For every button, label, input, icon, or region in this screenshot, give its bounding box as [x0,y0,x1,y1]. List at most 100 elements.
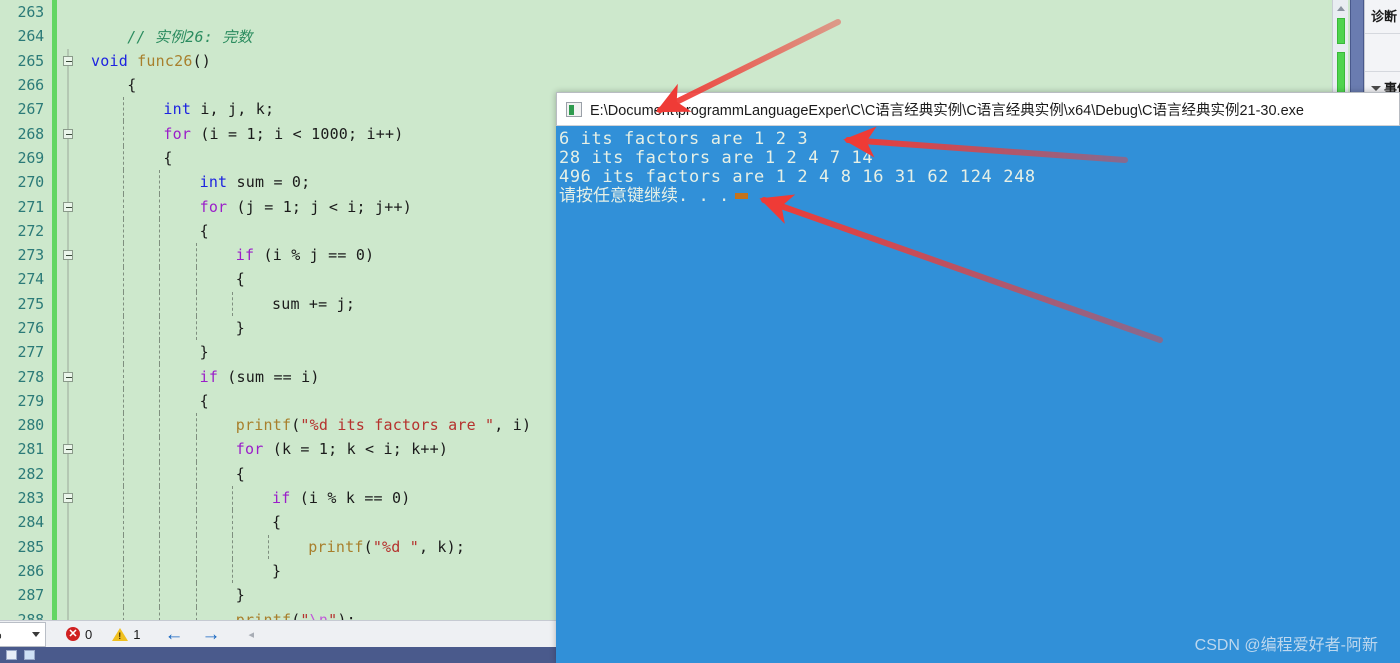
fold-guide-line [67,583,69,608]
indent-guide-line [123,170,125,195]
collapse-minus-icon[interactable] [63,444,73,455]
fold-guide-line [67,267,69,292]
fold-gutter-cell [57,534,79,559]
line-number: 286 [17,561,45,580]
error-count-item[interactable]: ✕ 0 [66,627,92,642]
collapse-minus-icon[interactable] [63,371,73,382]
indent-guide-line [159,461,161,486]
line-number: 270 [17,173,45,192]
console-output-window[interactable]: E:\Document\programmLanguageExper\C\C语言经… [556,92,1400,663]
indent-guide-line [159,242,161,268]
line-number: 269 [17,148,45,167]
line-number: 283 [17,489,45,508]
console-cursor-block [735,193,749,199]
status-bar-scroll-tick-icon: ◂ [248,628,254,641]
collapse-minus-icon[interactable] [63,55,73,66]
line-number: 272 [17,221,45,240]
navigate-forward-arrow-icon[interactable]: → [201,625,220,644]
line-number: 276 [17,319,45,337]
line-number: 284 [17,513,45,532]
indent-guide-line [159,388,161,414]
fold-gutter-cell [57,291,79,316]
console-output-line: 496 its factors are 1 2 4 8 16 31 62 124… [559,167,1036,187]
fold-gutter-cell[interactable] [57,194,79,219]
indent-guide-line [123,145,125,171]
indent-guide-line [159,510,161,535]
code-token: (i % k == [290,489,393,508]
indent-guide-line [195,291,197,316]
zoom-level-dropdown[interactable]: % [0,621,46,647]
fold-gutter-cell[interactable] [57,242,79,268]
code-text: printf("%d ", k); [308,538,465,556]
fold-guide-line [67,388,69,414]
indent-guide-line [123,461,125,486]
collapse-minus-icon[interactable] [63,201,73,212]
code-token: \n [309,610,329,620]
collapse-minus-icon[interactable] [63,250,73,261]
code-token: ; i++) [348,124,404,143]
indent-guide-line [123,121,125,146]
code-token: for [163,124,192,143]
line-number: 287 [17,586,45,605]
indent-guide-line [159,170,161,195]
chevron-down-icon[interactable] [32,631,40,637]
indent-guide-line [195,534,197,559]
scrollbar-change-marker [1337,18,1345,44]
navigate-back-arrow-icon[interactable]: ← [164,625,183,644]
console-title-bar[interactable]: E:\Document\programmLanguageExper\C\C语言经… [556,92,1400,126]
fold-guide-line [67,413,69,438]
dock-section-diagnostics[interactable]: 诊断 [1365,0,1400,34]
line-number: 273 [17,246,45,265]
code-token: 0 [291,173,302,192]
indent-guide-line [159,583,161,608]
console-prompt-line: 请按任意键继续. . . [559,187,1400,206]
fold-gutter-cell[interactable] [57,485,79,511]
collapse-minus-icon[interactable] [63,493,73,504]
code-line: 264 // 实例26: 完数 [0,24,1332,49]
indent-guides [79,24,1332,48]
code-token: () [192,51,212,70]
taskbar-app-icon[interactable] [24,650,35,660]
code-token: , k); [418,537,466,556]
line-number: 268 [17,124,45,143]
indent-guide-line [123,583,125,608]
indent-guide-line [159,291,161,316]
code-token: " [300,610,310,620]
console-output-area[interactable]: 6 its factors are 1 2 3 28 its factors ar… [556,126,1400,663]
code-token: // 实例26: 完数 [127,27,253,46]
fold-guide-line [67,558,69,584]
indent-guide-line [195,437,197,462]
taskbar-app-icon[interactable] [6,650,17,660]
collapse-minus-icon[interactable] [63,128,73,139]
line-number: 263 [17,3,45,22]
code-text: } [272,562,281,580]
code-token: ); [337,610,356,620]
indent-guide-line [123,97,125,122]
fold-gutter-cell [57,145,79,171]
code-token: (i % j == [254,246,356,265]
code-token: 1 [246,124,256,143]
code-token: { [235,464,246,483]
indent-guide-line [123,315,125,341]
fold-gutter-cell[interactable] [57,121,79,146]
scroll-up-arrow-icon[interactable] [1333,0,1349,16]
fold-gutter-cell [57,267,79,292]
indent-guide-line [231,291,233,316]
error-circle-icon: ✕ [66,627,80,641]
indent-guide-line [159,437,161,462]
triangle-expander-icon[interactable] [1371,86,1381,91]
fold-gutter-cell [57,607,79,620]
code-token: "%d its factors are " [300,416,495,435]
fold-gutter-cell[interactable] [57,437,79,462]
line-number: 285 [17,537,45,556]
code-token: sum += j; [272,294,356,313]
fold-gutter-cell[interactable] [57,364,79,389]
warning-count-item[interactable]: 1 [112,627,140,642]
fold-guide-line [67,340,69,365]
fold-gutter-cell[interactable] [57,48,79,73]
indent-guide-line [123,388,125,414]
indent-guides [79,49,1332,73]
fold-guide-line [67,170,69,195]
indent-guide-line [268,534,269,559]
fold-guide-line [67,97,69,122]
